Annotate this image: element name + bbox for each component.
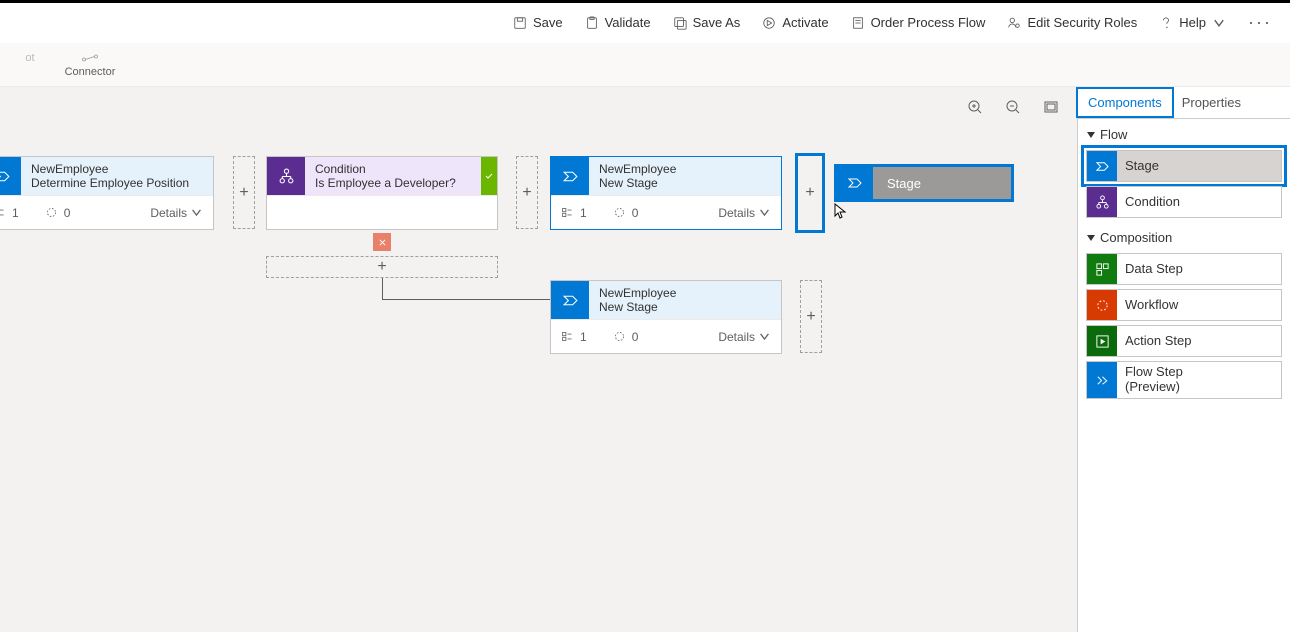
help-label: Help [1179,15,1206,30]
security-label: Edit Security Roles [1027,15,1137,30]
stage-entity: NewEmployee [599,286,771,300]
stage-node-3[interactable]: NewEmployee New Stage 1 0 Details [550,280,782,354]
flow-canvas[interactable]: NewEmployee Determine Employee Position … [0,87,1077,632]
cursor-pointer [834,203,848,221]
steps-count: 1 [580,206,587,220]
tab-properties[interactable]: Properties [1172,89,1251,116]
stage-name: New Stage [599,300,771,314]
stage-entity: NewEmployee [599,162,771,176]
stage-node-2[interactable]: NewEmployee New Stage 1 0 Details [550,156,782,230]
stage-icon [0,157,21,195]
stage-entity: NewEmployee [31,162,203,176]
zoom-in-button[interactable] [967,99,983,118]
connector-button[interactable]: Connector [60,52,120,78]
triggers-count: 0 [632,330,639,344]
component-action-step[interactable]: Action Step [1086,325,1282,357]
validate-label: Validate [605,15,651,30]
save-label: Save [533,15,563,30]
workflow-icon [1087,290,1117,320]
save-as-label: Save As [693,15,741,30]
steps-count: 1 [12,206,19,220]
activate-icon [762,16,776,30]
data-step-icon [1087,254,1117,284]
details-toggle[interactable]: Details [718,206,771,220]
condition-icon [267,157,305,195]
component-flow-step[interactable]: Flow Step (Preview) [1086,361,1282,399]
condition-name: Is Employee a Developer? [315,176,471,190]
stage-node-1[interactable]: NewEmployee Determine Employee Position … [0,156,214,230]
toolbar: Save Validate Save As Activate Order Pro… [0,3,1290,43]
section-flow[interactable]: Flow [1078,119,1290,146]
stage-icon [551,281,589,319]
more-button[interactable]: ··· [1248,12,1272,33]
save-button[interactable]: Save [513,15,563,30]
drag-ghost-stage: Stage [834,164,1014,202]
save-icon [513,16,527,30]
fit-screen-button[interactable] [1043,99,1059,118]
order-label: Order Process Flow [871,15,986,30]
activate-label: Activate [782,15,828,30]
add-zone-drop-target[interactable]: + [795,153,825,233]
save-as-icon [673,16,687,30]
help-button[interactable]: Help [1159,15,1226,30]
component-condition[interactable]: Condition [1086,186,1282,218]
add-zone[interactable]: + [233,156,255,229]
action-step-icon [1087,326,1117,356]
check-icon [481,157,497,195]
order-icon [851,16,865,30]
save-as-button[interactable]: Save As [673,15,741,30]
snapshot-button: ot [0,52,60,78]
stage-icon [551,157,589,195]
triggers-count: 0 [632,206,639,220]
components-panel: Components Properties Flow Stage Conditi… [1077,87,1290,632]
details-toggle[interactable]: Details [718,330,771,344]
add-zone[interactable]: + [800,280,822,353]
add-zone-below[interactable]: + [266,256,498,278]
validate-button[interactable]: Validate [585,15,651,30]
security-icon [1007,16,1021,30]
condition-icon [1087,187,1117,217]
steps-count: 1 [580,330,587,344]
details-toggle[interactable]: Details [150,206,203,220]
connector-label: Connector [65,66,116,78]
add-zone[interactable]: + [516,156,538,229]
component-stage[interactable]: Stage [1086,150,1282,182]
component-workflow[interactable]: Workflow [1086,289,1282,321]
edit-security-roles-button[interactable]: Edit Security Roles [1007,15,1137,30]
condition-node[interactable]: Condition Is Employee a Developer? [266,156,498,230]
condition-label: Condition [315,162,471,176]
triggers-count: 0 [64,206,71,220]
snapshot-label: ot [25,52,34,64]
order-process-flow-button[interactable]: Order Process Flow [851,15,986,30]
stage-name: Determine Employee Position [31,176,203,190]
section-composition[interactable]: Composition [1078,222,1290,249]
flow-step-icon [1087,362,1117,398]
tab-components[interactable]: Components [1078,89,1172,116]
validate-icon [585,16,599,30]
help-icon [1159,16,1173,30]
component-data-step[interactable]: Data Step [1086,253,1282,285]
stage-name: New Stage [599,176,771,190]
drag-ghost-label: Stage [873,176,921,191]
zoom-controls [967,99,1059,118]
zoom-out-button[interactable] [1005,99,1021,118]
ribbon-secondary: ot Connector [0,43,1290,87]
delete-branch-icon[interactable] [373,233,391,251]
activate-button[interactable]: Activate [762,15,828,30]
stage-icon [1087,151,1117,181]
